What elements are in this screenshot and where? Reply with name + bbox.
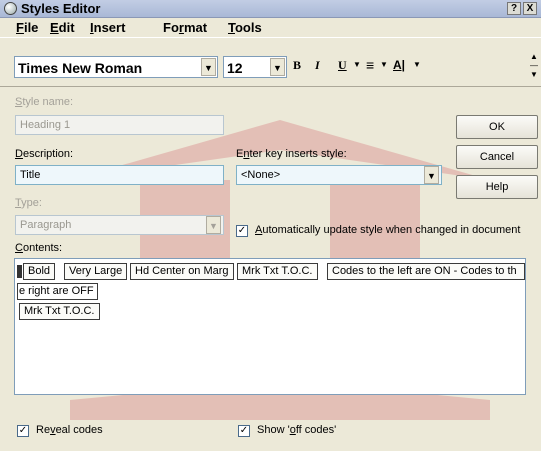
type-label: Type: (15, 197, 42, 209)
help-icon[interactable]: ? (507, 2, 521, 15)
menu-file-label: ile (23, 20, 39, 35)
font-color-dropdown-icon[interactable]: ▼ (413, 58, 421, 72)
enter-key-value: <None> (241, 169, 281, 181)
auto-update-checkbox[interactable]: ✓ (236, 225, 248, 237)
chevron-down-icon[interactable]: ▼ (201, 58, 216, 76)
enter-key-label: Enter key inserts style: (236, 148, 347, 160)
menu-tools-accel: T (228, 20, 235, 35)
description-field[interactable]: Title (15, 165, 224, 185)
code-comment-continued[interactable]: e right are OFF (17, 283, 98, 300)
app-icon (4, 2, 17, 15)
code-hd-center[interactable]: Hd Center on Marg (130, 263, 234, 280)
reveal-codes-label: Reveal codes (36, 424, 103, 436)
type-value: Paragraph (20, 219, 72, 231)
reveal-codes-pre: Re (36, 424, 51, 436)
size-combo[interactable]: 12 ▼ (223, 56, 287, 78)
code-mrk-txt-end[interactable]: Mrk Txt T.O.C. (19, 303, 100, 320)
menu-file[interactable]: File (16, 18, 38, 37)
font-color-icon[interactable]: A| (393, 58, 405, 72)
description-label-text: escription: (22, 148, 74, 160)
contents-editor[interactable]: Bold Very Large Hd Center on Marg Mrk Tx… (14, 258, 526, 395)
description-label: Description: (15, 148, 73, 160)
menu-edit[interactable]: Edit (50, 18, 75, 37)
reveal-codes-label-text: eal codes (55, 424, 103, 436)
menu-insert[interactable]: Insert (90, 18, 125, 37)
font-combo[interactable]: Times New Roman ▼ (14, 56, 218, 78)
show-off-codes-pre: Show ' (257, 424, 290, 436)
contents-accel: C (15, 242, 23, 254)
code-bold[interactable]: Bold (23, 263, 56, 280)
cancel-button[interactable]: Cancel (456, 145, 538, 169)
bold-button[interactable]: B (293, 58, 301, 72)
code-comment[interactable]: Codes to the left are ON - Codes to th (327, 263, 525, 280)
chevron-down-icon[interactable]: ▼ (206, 216, 221, 234)
close-icon[interactable]: X (523, 2, 537, 15)
window-title: Styles Editor (21, 1, 101, 16)
enter-key-label-text: ter key inserts style: (249, 148, 347, 160)
menu-edit-accel: E (50, 20, 59, 35)
justify-icon[interactable]: ≡ (366, 58, 374, 72)
italic-button[interactable]: I (315, 58, 320, 72)
show-off-codes-label: Show 'off codes' (257, 424, 336, 436)
style-name-label-text: tyle name: (22, 96, 74, 108)
toolbar-scroll-icon[interactable]: ▲ — ▼ (530, 52, 539, 80)
enter-key-select[interactable]: <None> (236, 165, 442, 185)
contents-label-text: ontents: (22, 242, 63, 254)
menu-format-pre: Fo (163, 20, 179, 35)
cursor-marker (17, 265, 22, 278)
help-button[interactable]: Help (456, 175, 538, 199)
font-size: 12 (227, 60, 243, 76)
reveal-codes-checkbox[interactable]: ✓ (17, 425, 29, 437)
menu-edit-label: dit (58, 20, 75, 35)
underline-dropdown-icon[interactable]: ▼ (353, 58, 361, 72)
chevron-down-icon[interactable]: ▼ (424, 166, 439, 184)
menu-file-accel: F (16, 20, 24, 35)
menu-format-label: mat (183, 20, 208, 35)
menu-tools[interactable]: Tools (228, 18, 262, 37)
underline-button[interactable]: U (338, 58, 347, 72)
type-select[interactable]: Paragraph (15, 215, 224, 235)
toolbar: Times New Roman ▼ 12 ▼ B I U ▼ ≡ ▼ A| ▼ … (0, 37, 541, 87)
ok-button[interactable]: OK (456, 115, 538, 139)
contents-label: Contents: (15, 242, 62, 254)
show-off-codes-label-text: ff codes' (295, 424, 337, 436)
justify-dropdown-icon[interactable]: ▼ (380, 58, 388, 72)
description-accel: D (15, 148, 23, 160)
style-name-field[interactable]: Heading 1 (15, 115, 224, 135)
code-mrk-txt[interactable]: Mrk Txt T.O.C. (237, 263, 318, 280)
menu-bar: File Edit Insert Format Tools (0, 18, 541, 37)
type-label-text: ype: (21, 197, 42, 209)
show-off-codes-checkbox[interactable]: ✓ (238, 425, 250, 437)
auto-update-label-text: utomatically update style when changed i… (262, 224, 521, 236)
auto-update-label: Automatically update style when changed … (255, 224, 520, 236)
font-name: Times New Roman (18, 60, 143, 76)
title-bar[interactable]: Styles Editor ? X (0, 0, 541, 18)
menu-format[interactable]: Format (163, 18, 207, 37)
code-very-large[interactable]: Very Large (64, 263, 128, 280)
style-name-label: Style name: (15, 96, 73, 108)
menu-tools-label: ools (234, 20, 262, 35)
menu-insert-label: nsert (93, 20, 126, 35)
chevron-down-icon[interactable]: ▼ (270, 58, 285, 76)
